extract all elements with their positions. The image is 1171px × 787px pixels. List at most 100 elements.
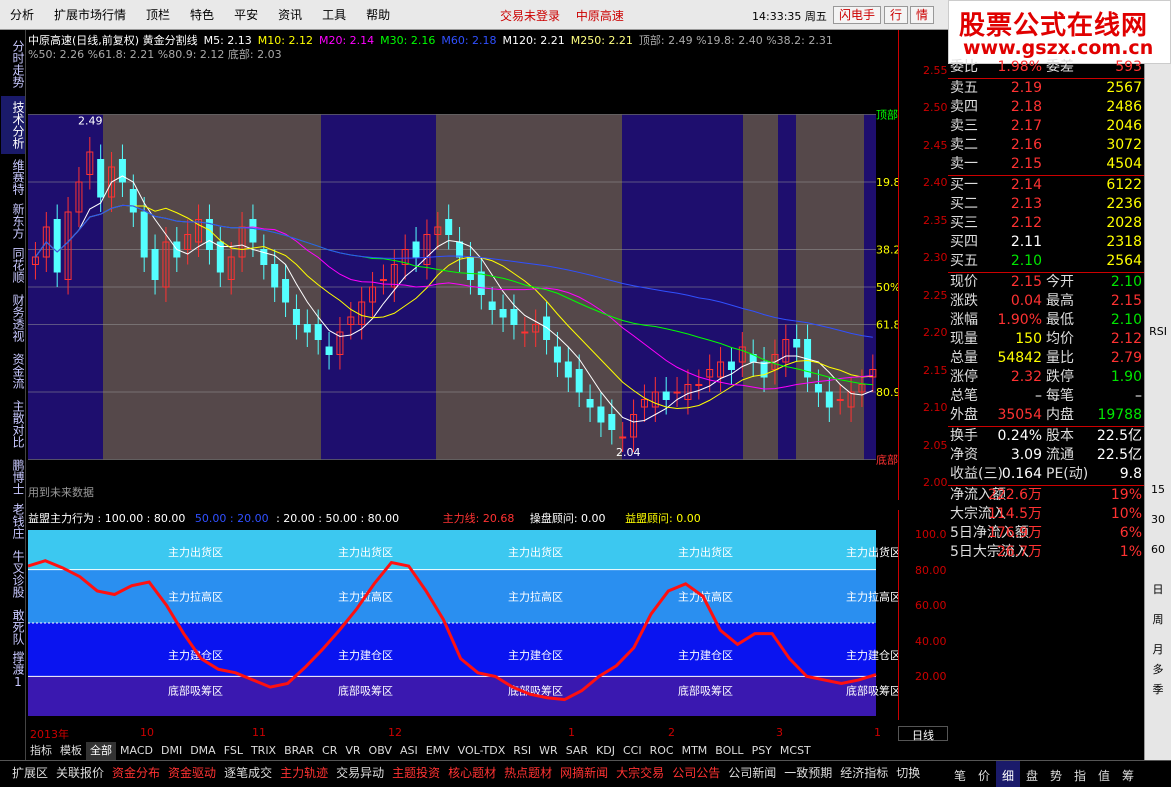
left-tab-10[interactable]: 牛叉诊股 <box>1 544 25 604</box>
left-tab-12[interactable]: 撑渡1 <box>1 650 25 690</box>
function-tab[interactable]: 公司新闻 <box>724 761 780 781</box>
left-tab-0[interactable]: 分时走势 <box>1 34 25 94</box>
left-tab-9[interactable]: 老钱庄 <box>1 500 25 542</box>
indicator-tab[interactable]: BRAR <box>280 742 318 760</box>
function-tab[interactable]: 公司公告 <box>668 761 724 781</box>
left-tab-8[interactable]: 鹏博士 <box>1 456 25 498</box>
left-tab-7[interactable]: 主散对比 <box>1 394 25 454</box>
quote-button[interactable]: 情 <box>910 6 934 24</box>
quote-value: 4504 <box>1106 156 1142 172</box>
right-tab[interactable]: 月 <box>1147 640 1169 660</box>
right-tab[interactable]: 60 <box>1147 540 1169 560</box>
watermark-logo: 股票公式在线网 www.gszx.com.cn <box>948 0 1171 64</box>
row-button[interactable]: 行 <box>884 6 908 24</box>
quote-row: 5日净流入额 176.9万 6% <box>948 524 1144 543</box>
period-label[interactable]: 日线 <box>898 726 948 742</box>
right-tab[interactable]: 周 <box>1147 610 1169 630</box>
indicator-tab[interactable]: WR <box>535 742 562 760</box>
function-tab[interactable]: 扩展区 <box>8 761 52 781</box>
right-tab[interactable]: 季 <box>1147 680 1169 700</box>
indicator-tab[interactable]: ASI <box>396 742 422 760</box>
left-tab-4[interactable]: 同花顺 <box>1 244 25 286</box>
menu-item-feature[interactable]: 特色 <box>180 6 224 23</box>
quote-label: 现价 <box>950 274 978 290</box>
indicator-tab[interactable]: OBV <box>365 742 396 760</box>
indicator-tab[interactable]: VR <box>341 742 364 760</box>
menu-item-help[interactable]: 帮助 <box>356 6 400 23</box>
indicator-tab[interactable]: MACD <box>116 742 157 760</box>
function-tab[interactable]: 资金分布 <box>108 761 164 781</box>
function-tab[interactable]: 交易异动 <box>332 761 388 781</box>
detail-tab[interactable]: 价 <box>972 761 996 787</box>
quote-value: 22.5亿 <box>1096 428 1142 444</box>
indicator-tab[interactable]: CCI <box>619 742 646 760</box>
quote-value: 2.13 <box>1010 196 1042 212</box>
function-tab[interactable]: 逐笔成交 <box>220 761 276 781</box>
right-tab[interactable]: 日 <box>1147 580 1169 600</box>
left-tab-3[interactable]: 新东方 <box>1 200 25 242</box>
function-tab[interactable]: 一致预期 <box>780 761 836 781</box>
indicator-chart[interactable]: 主力出货区 主力出货区 主力出货区 主力出货区 主力出货区主力拉高区 主力拉高区 主力拉高区… <box>28 530 898 716</box>
detail-tab[interactable]: 指 <box>1068 761 1092 787</box>
detail-tab[interactable]: 势 <box>1044 761 1068 787</box>
candlestick-chart[interactable]: 2.49 2.04 顶部 19.8 38.2 50% 61.8 80.9 底部 <box>28 62 898 482</box>
function-tab[interactable]: 切换 <box>892 761 924 781</box>
right-tab[interactable]: RSI <box>1147 322 1169 342</box>
candle-body <box>727 361 735 370</box>
indicator-tab[interactable]: DMA <box>186 742 220 760</box>
trade-login-status[interactable]: 交易未登录 <box>500 9 560 23</box>
right-tab[interactable]: 30 <box>1147 510 1169 530</box>
left-tab-5[interactable]: 财务透视 <box>1 288 25 348</box>
quote-row: 现量 150 均价 2.12 <box>948 330 1144 349</box>
indicator-tab[interactable]: 指标 <box>26 742 56 760</box>
menu-item-topbar[interactable]: 顶栏 <box>136 6 180 23</box>
function-tab[interactable]: 网摘新闻 <box>556 761 612 781</box>
right-tab[interactable]: 多 <box>1147 660 1169 680</box>
indicator-tab[interactable]: 模板 <box>56 742 86 760</box>
indicator-tab[interactable]: MTM <box>678 742 712 760</box>
function-tab[interactable]: 大宗交易 <box>612 761 668 781</box>
indicator-tab[interactable]: FSL <box>220 742 247 760</box>
detail-tab[interactable]: 笔 <box>948 761 972 787</box>
menu-item-analysis[interactable]: 分析 <box>0 6 44 23</box>
indicator-tab[interactable]: EMV <box>422 742 454 760</box>
menu-item-pingan[interactable]: 平安 <box>224 6 268 23</box>
indicator-tab[interactable]: TRIX <box>247 742 280 760</box>
zone-label: 主力拉高区 <box>168 589 223 603</box>
left-tab-6[interactable]: 资金流 <box>1 350 25 392</box>
function-tab[interactable]: 关联报价 <box>52 761 108 781</box>
left-tab-1[interactable]: 技术分析 <box>1 96 25 154</box>
detail-tab[interactable]: 筹 <box>1116 761 1140 787</box>
function-tab[interactable]: 核心题材 <box>444 761 500 781</box>
indicator-tab[interactable]: DMI <box>157 742 186 760</box>
function-tab[interactable]: 主题投资 <box>388 761 444 781</box>
flash-trade-button[interactable]: 闪电手 <box>833 6 881 24</box>
detail-tab[interactable]: 值 <box>1092 761 1116 787</box>
function-tab[interactable]: 热点题材 <box>500 761 556 781</box>
detail-tab[interactable]: 盘 <box>1020 761 1044 787</box>
indicator-tab[interactable]: CR <box>318 742 341 760</box>
left-tab-2[interactable]: 维赛特 <box>1 156 25 198</box>
indicator-tab[interactable]: ROC <box>646 742 678 760</box>
menu-item-news[interactable]: 资讯 <box>268 6 312 23</box>
indicator-tab[interactable]: RSI <box>509 742 535 760</box>
quote-value: 2.10 <box>1110 274 1142 290</box>
indicator-tab[interactable]: 全部 <box>86 742 116 760</box>
menu-item-ext-market[interactable]: 扩展市场行情 <box>44 6 136 23</box>
function-tab[interactable]: 资金驱动 <box>164 761 220 781</box>
indicator-tab[interactable]: VOL-TDX <box>454 742 510 760</box>
menu-item-tools[interactable]: 工具 <box>312 6 356 23</box>
function-tab[interactable]: 经济指标 <box>836 761 892 781</box>
quote-label: 最高 <box>1046 293 1074 309</box>
candle-body <box>379 279 387 281</box>
indicator-tab[interactable]: SAR <box>562 742 592 760</box>
function-tab[interactable]: 主力轨迹 <box>276 761 332 781</box>
detail-tab[interactable]: 细 <box>996 761 1020 787</box>
indicator-tab[interactable]: BOLL <box>711 742 747 760</box>
indicator-tab[interactable]: KDJ <box>592 742 619 760</box>
quote-value: 2.19 <box>1010 80 1042 96</box>
indicator-tab[interactable]: MCST <box>776 742 815 760</box>
right-tab[interactable]: 15 <box>1147 480 1169 500</box>
indicator-tab[interactable]: PSY <box>748 742 776 760</box>
left-tab-11[interactable]: 敢死队 <box>1 606 25 648</box>
